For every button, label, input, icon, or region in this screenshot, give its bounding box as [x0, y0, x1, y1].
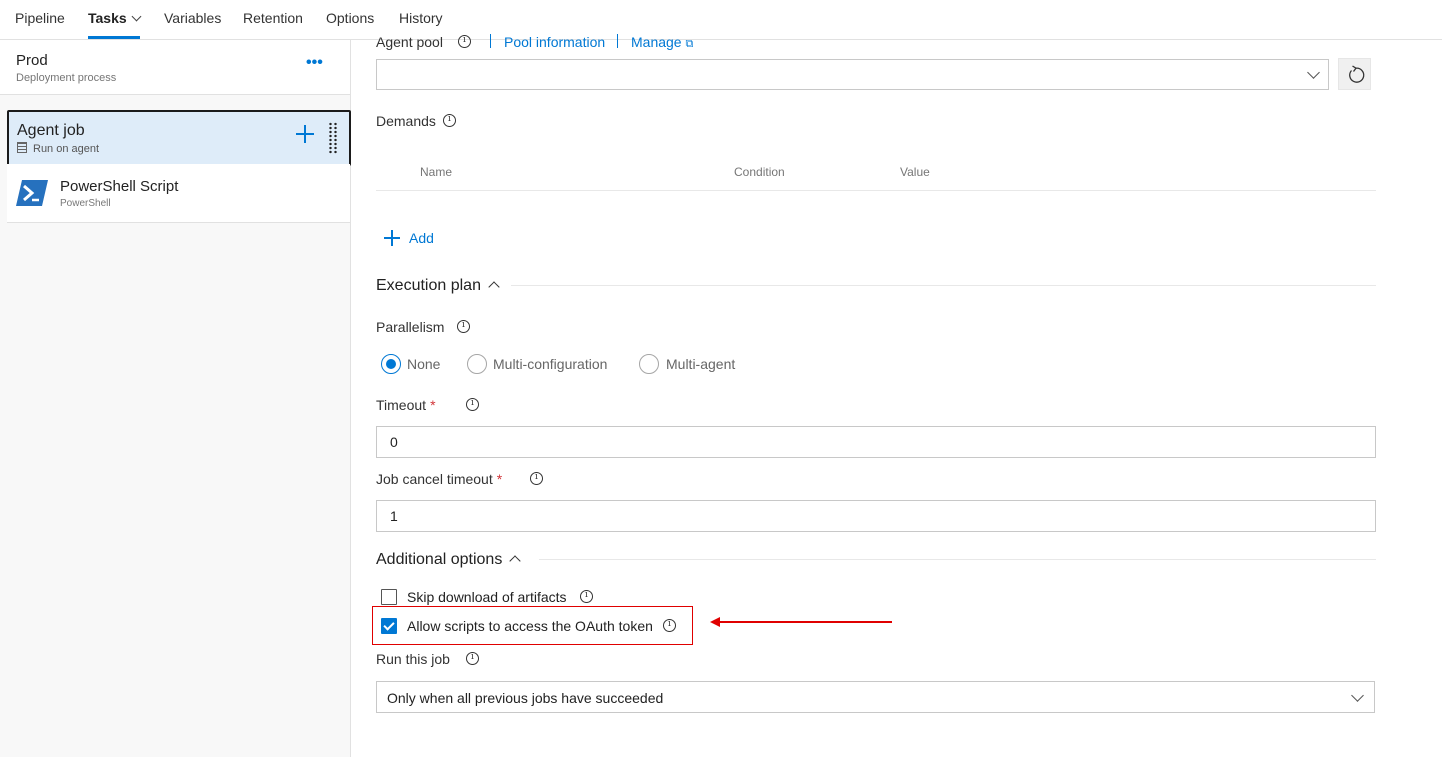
- job-cancel-timeout-label-text: Job cancel timeout: [376, 471, 493, 487]
- annotation-arrow-line: [718, 621, 892, 623]
- manage-link-label: Manage: [631, 34, 682, 50]
- drag-handle-icon[interactable]: [328, 122, 338, 154]
- ellipsis-icon[interactable]: •••: [306, 54, 323, 72]
- skip-download-checkbox[interactable]: [381, 589, 397, 605]
- info-icon[interactable]: [457, 320, 470, 333]
- tab-history[interactable]: History: [399, 10, 443, 26]
- info-icon[interactable]: [443, 114, 456, 127]
- add-demand-label: Add: [409, 230, 434, 246]
- server-icon: [17, 142, 27, 153]
- refresh-icon: [1349, 65, 1365, 83]
- additional-options-header[interactable]: Additional options: [376, 551, 521, 569]
- manage-link[interactable]: Manage ⧉: [631, 34, 693, 51]
- tab-tasks-label: Tasks: [88, 10, 127, 26]
- annotation-arrow-icon: [710, 617, 720, 627]
- add-task-icon[interactable]: [295, 124, 315, 144]
- agent-job-title: Agent job: [17, 122, 85, 139]
- radio-none[interactable]: [381, 354, 401, 374]
- process-pane: Prod Deployment process ••• Agent job Ru…: [0, 40, 351, 757]
- link-separator: [490, 34, 491, 48]
- tab-pipeline[interactable]: Pipeline: [15, 10, 65, 26]
- tab-retention[interactable]: Retention: [243, 10, 303, 26]
- section-divider: [539, 559, 1376, 560]
- task-subtitle: PowerShell: [60, 198, 111, 209]
- plus-icon: [384, 230, 400, 246]
- execution-plan-header[interactable]: Execution plan: [376, 277, 500, 295]
- execution-plan-title: Execution plan: [376, 277, 481, 294]
- required-marker: *: [496, 471, 503, 487]
- demands-column-name: Name: [420, 165, 453, 179]
- agent-job-item[interactable]: Agent job Run on agent: [7, 110, 351, 166]
- task-title: PowerShell Script: [60, 178, 179, 195]
- timeout-label: Timeout *: [376, 397, 436, 413]
- radio-multi-agent[interactable]: [639, 354, 659, 374]
- info-icon[interactable]: [458, 35, 471, 48]
- tab-tasks[interactable]: Tasks: [88, 10, 142, 26]
- info-icon[interactable]: [466, 398, 479, 411]
- demands-column-condition: Condition: [734, 165, 785, 179]
- run-this-job-select[interactable]: Only when all previous jobs have succeed…: [376, 681, 1375, 713]
- demands-column-value: Value: [900, 165, 930, 179]
- info-icon[interactable]: [466, 652, 479, 665]
- radio-multi-configuration-label[interactable]: Multi-configuration: [493, 356, 607, 372]
- additional-options-title: Additional options: [376, 551, 503, 568]
- stage-subtitle: Deployment process: [16, 72, 117, 84]
- run-this-job-value: Only when all previous jobs have succeed…: [387, 690, 664, 706]
- run-this-job-label: Run this job: [376, 651, 450, 667]
- radio-multi-agent-label[interactable]: Multi-agent: [666, 356, 735, 372]
- chevron-down-icon: [1351, 689, 1364, 702]
- agent-job-subtitle: Run on agent: [17, 142, 99, 155]
- tab-variables[interactable]: Variables: [164, 10, 221, 26]
- chevron-up-icon: [488, 281, 500, 293]
- timeout-input[interactable]: [376, 426, 1376, 458]
- parallelism-label: Parallelism: [376, 319, 445, 335]
- skip-download-label[interactable]: Skip download of artifacts: [407, 589, 567, 605]
- radio-none-label[interactable]: None: [407, 356, 440, 372]
- stage-name: Prod: [16, 52, 48, 69]
- agent-pool-select[interactable]: [376, 59, 1329, 90]
- agent-pool-label: Agent pool: [376, 34, 443, 50]
- info-icon[interactable]: [580, 590, 593, 603]
- demands-header-divider: [376, 190, 1376, 191]
- tab-options[interactable]: Options: [326, 10, 374, 26]
- link-separator: [617, 34, 618, 48]
- info-icon[interactable]: [530, 472, 543, 485]
- section-divider: [511, 285, 1376, 286]
- radio-multi-configuration[interactable]: [467, 354, 487, 374]
- agent-job-subtitle-text: Run on agent: [33, 143, 100, 155]
- external-link-icon: ⧉: [685, 38, 694, 50]
- job-cancel-timeout-input[interactable]: [376, 500, 1376, 532]
- top-tab-bar: Pipeline Tasks Variables Retention Optio…: [0, 0, 1442, 40]
- task-item-powershell[interactable]: PowerShell Script PowerShell: [7, 164, 350, 223]
- timeout-label-text: Timeout: [376, 397, 427, 413]
- refresh-button[interactable]: [1338, 58, 1371, 90]
- annotation-highlight-box: [372, 606, 693, 645]
- demands-label: Demands: [376, 113, 436, 129]
- stage-header[interactable]: Prod Deployment process •••: [0, 40, 350, 95]
- required-marker: *: [430, 397, 436, 413]
- powershell-icon: [16, 180, 48, 206]
- chevron-up-icon: [509, 555, 521, 567]
- active-tab-indicator: [88, 36, 140, 39]
- job-cancel-timeout-label: Job cancel timeout *: [376, 471, 502, 487]
- chevron-down-icon: [131, 11, 142, 22]
- pool-information-link[interactable]: Pool information: [504, 34, 605, 50]
- chevron-down-icon: [1307, 66, 1320, 79]
